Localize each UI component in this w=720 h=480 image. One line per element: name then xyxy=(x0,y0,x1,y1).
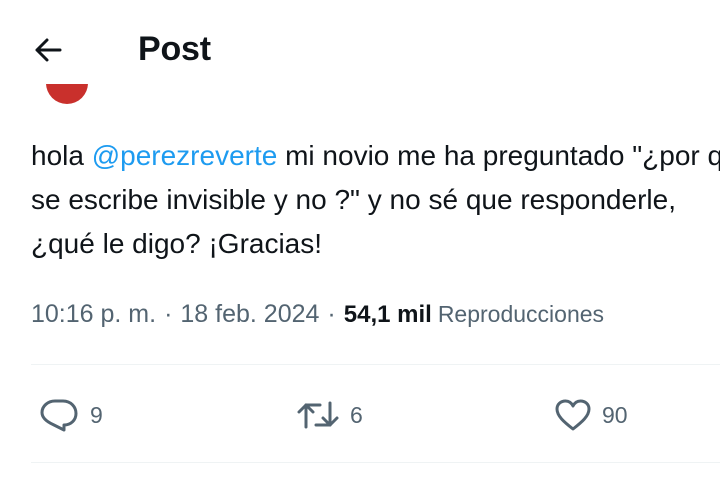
page-title: Post xyxy=(138,30,211,68)
reply-button[interactable]: 9 xyxy=(38,390,103,440)
tweet-meta: 10:16 p. m. · 18 feb. 2024 · 54,1 mil Re… xyxy=(31,300,604,329)
views-label: Reproducciones xyxy=(437,301,605,327)
meta-separator: · xyxy=(164,300,173,328)
mention-link[interactable]: @perezreverte xyxy=(92,140,278,171)
reply-count: 9 xyxy=(90,401,103,428)
repost-count: 6 xyxy=(350,401,363,428)
tweet-text: hola @perezreverte mi novio me ha pregun… xyxy=(31,134,720,266)
tweet-text-segment: mi novio me ha preguntado "¿por qué xyxy=(277,140,720,171)
avatar[interactable] xyxy=(46,84,88,104)
tweet-line: ¿qué le digo? ¡Gracias! xyxy=(31,228,323,259)
like-button[interactable]: 90 xyxy=(554,390,628,440)
meta-separator: · xyxy=(327,300,336,328)
tweet-text-segment: hola xyxy=(31,140,92,171)
like-count: 90 xyxy=(602,401,628,428)
divider xyxy=(31,364,720,365)
back-button[interactable] xyxy=(26,32,70,72)
reply-icon xyxy=(38,397,80,433)
views-count: 54,1 mil xyxy=(343,301,432,328)
arrow-left-icon xyxy=(33,36,63,69)
top-bar: Post xyxy=(0,0,720,100)
post-time[interactable]: 10:16 p. m. xyxy=(31,300,156,329)
repost-icon xyxy=(296,397,340,433)
action-bar: 9 6 90 xyxy=(0,390,720,440)
post-detail-page: Post hola @perezreverte mi novio me ha p… xyxy=(0,0,720,480)
like-icon xyxy=(554,398,592,432)
post-date[interactable]: 18 feb. 2024 xyxy=(180,300,319,329)
divider xyxy=(31,462,720,463)
repost-button[interactable]: 6 xyxy=(296,390,363,440)
tweet-line: hola @perezreverte mi novio me ha pregun… xyxy=(31,134,720,178)
tweet-line: se escribe invisible y no ?" y no sé que… xyxy=(31,184,676,215)
